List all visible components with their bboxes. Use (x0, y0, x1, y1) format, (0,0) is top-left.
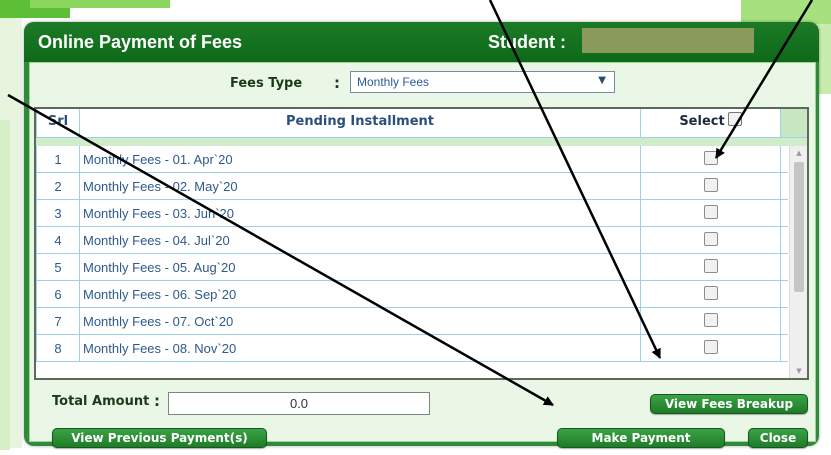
column-header-srl: Srl (36, 109, 80, 137)
fees-type-selected-value: Monthly Fees (357, 75, 430, 89)
table-row: 4 Monthly Fees - 04. Jul`20 (36, 227, 788, 254)
fees-type-select[interactable]: Monthly Fees ▼ (350, 71, 615, 93)
select-header-label: Select (679, 114, 725, 129)
row-srl: 5 (36, 254, 80, 281)
row-installment: Monthly Fees - 06. Sep`20 (80, 281, 641, 308)
student-name-redacted (582, 28, 754, 53)
table-row: 3 Monthly Fees - 03. Jun`20 (36, 200, 788, 227)
dialog-content: Fees Type : Monthly Fees ▼ Srl Pending I… (29, 62, 816, 448)
background-decoration (0, 120, 10, 450)
row-srl: 8 (36, 335, 80, 362)
column-header-installment: Pending Installment (80, 109, 641, 137)
header-band (36, 138, 807, 146)
table-row: 1 Monthly Fees - 01. Apr`20 (36, 146, 788, 173)
row-select-cell (641, 308, 781, 335)
fees-type-colon: : (334, 74, 340, 92)
row-select-cell (641, 281, 781, 308)
background-decoration (30, 0, 170, 8)
table-header: Srl Pending Installment Select (36, 109, 807, 138)
column-header-select: Select (641, 109, 781, 137)
total-amount-field: 0.0 (168, 392, 430, 415)
table-row: 2 Monthly Fees - 02. May`20 (36, 173, 788, 200)
row-select-checkbox[interactable] (703, 178, 718, 192)
row-installment: Monthly Fees - 07. Oct`20 (80, 308, 641, 335)
total-amount-label: Total Amount (52, 394, 150, 409)
dialog-title: Online Payment of Fees (38, 32, 243, 52)
table-body: 1 Monthly Fees - 01. Apr`20 2 Monthly Fe… (36, 146, 788, 378)
row-select-cell (641, 254, 781, 281)
arrow-up-icon[interactable]: ▲ (790, 146, 807, 160)
header-filler (781, 109, 807, 137)
row-installment: Monthly Fees - 05. Aug`20 (80, 254, 641, 281)
row-select-cell (641, 173, 781, 200)
row-installment: Monthly Fees - 01. Apr`20 (80, 146, 641, 173)
row-select-checkbox[interactable] (703, 313, 718, 327)
close-button[interactable]: Close (748, 428, 808, 448)
row-select-cell (641, 200, 781, 227)
dialog-title-bar: Online Payment of Fees Student : (24, 22, 819, 62)
row-srl: 2 (36, 173, 80, 200)
row-select-checkbox[interactable] (703, 340, 718, 354)
row-select-checkbox[interactable] (703, 259, 718, 273)
total-amount-value: 0.0 (289, 396, 309, 411)
view-fees-breakup-button[interactable]: View Fees Breakup (650, 394, 808, 414)
row-select-cell (641, 227, 781, 254)
row-select-cell (641, 146, 781, 173)
background-decoration (741, 0, 831, 24)
row-srl: 4 (36, 227, 80, 254)
installments-table: Srl Pending Installment Select 1 Monthly… (34, 107, 809, 380)
row-select-checkbox[interactable] (703, 151, 718, 165)
total-amount-colon: : (154, 392, 160, 410)
table-row: 8 Monthly Fees - 08. Nov`20 (36, 335, 788, 362)
fees-type-label: Fees Type (230, 76, 303, 91)
table-scrollbar[interactable]: ▲ ▼ (789, 146, 807, 378)
row-installment: Monthly Fees - 02. May`20 (80, 173, 641, 200)
student-label: Student : (488, 32, 566, 52)
select-all-checkbox[interactable] (727, 112, 742, 126)
view-previous-payments-button[interactable]: View Previous Payment(s) (52, 428, 267, 448)
row-select-checkbox[interactable] (703, 205, 718, 219)
row-select-checkbox[interactable] (703, 232, 718, 246)
chevron-down-icon[interactable]: ▼ (598, 75, 606, 86)
table-row: 5 Monthly Fees - 05. Aug`20 (36, 254, 788, 281)
row-select-cell (641, 335, 781, 362)
arrow-down-icon[interactable]: ▼ (790, 364, 807, 378)
row-srl: 7 (36, 308, 80, 335)
row-select-checkbox[interactable] (703, 286, 718, 300)
make-payment-button[interactable]: Make Payment (557, 428, 725, 448)
row-installment: Monthly Fees - 03. Jun`20 (80, 200, 641, 227)
scrollbar-thumb[interactable] (794, 162, 804, 292)
row-installment: Monthly Fees - 08. Nov`20 (80, 335, 641, 362)
row-srl: 3 (36, 200, 80, 227)
row-installment: Monthly Fees - 04. Jul`20 (80, 227, 641, 254)
table-row: 6 Monthly Fees - 06. Sep`20 (36, 281, 788, 308)
table-row: 7 Monthly Fees - 07. Oct`20 (36, 308, 788, 335)
payment-dialog: Online Payment of Fees Student : Fees Ty… (24, 22, 819, 448)
row-srl: 1 (36, 146, 80, 173)
row-srl: 6 (36, 281, 80, 308)
